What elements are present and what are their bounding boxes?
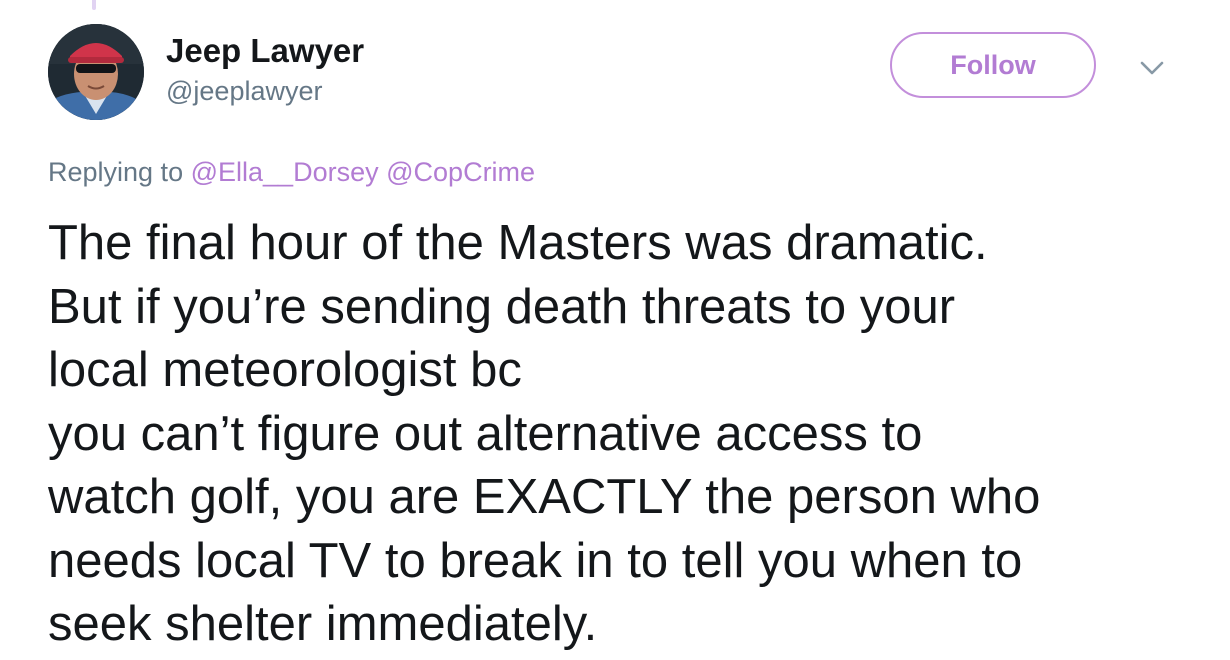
follow-button[interactable]: Follow xyxy=(890,32,1096,98)
replying-to-label: Replying to xyxy=(48,157,184,187)
thread-connector-line xyxy=(92,0,96,10)
tweet-text-line: local meteorologist bc xyxy=(48,343,522,397)
reply-mention-ella-dorsey[interactable]: @Ella__Dorsey xyxy=(191,157,379,187)
tweet-text-line: But if you’re sending death threats to y… xyxy=(48,279,956,334)
tweet-text-line: you can’t figure out alternative access … xyxy=(48,406,923,461)
replying-to-line: Replying to @Ella__Dorsey @CopCrime xyxy=(48,155,535,189)
tweet-text-line: The final hour of the Masters was dramat… xyxy=(48,216,988,270)
author-display-name[interactable]: Jeep Lawyer xyxy=(166,31,364,71)
user-photo-avatar-icon xyxy=(48,24,144,120)
tweet-text-line: needs local TV to break in to tell you w… xyxy=(48,533,1023,588)
author-handle[interactable]: @jeeplawyer xyxy=(166,74,322,108)
tweet-text-line: watch golf, you are EXACTLY the person w… xyxy=(48,470,1041,524)
tweet-text-line: seek shelter immediately. xyxy=(48,597,598,651)
chevron-down-icon[interactable] xyxy=(1136,56,1168,80)
avatar[interactable] xyxy=(48,24,144,120)
reply-mention-copcrime[interactable]: @CopCrime xyxy=(386,157,535,187)
tweet-text: The final hour of the Masters was dramat… xyxy=(48,212,1218,657)
